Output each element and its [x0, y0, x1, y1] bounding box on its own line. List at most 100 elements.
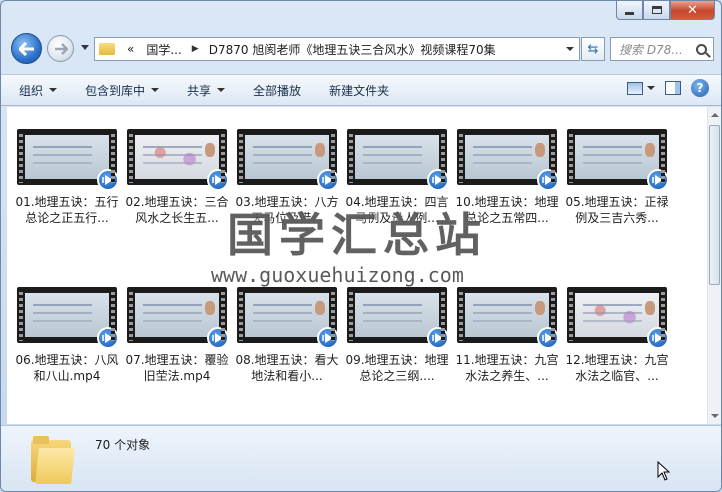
media-player-icon: [647, 169, 669, 191]
close-icon: ✕: [687, 2, 698, 18]
file-name: 12.地理五诀：九宫水法之临官、...: [565, 353, 669, 383]
scroll-down-icon[interactable]: [711, 414, 719, 418]
breadcrumb-parent[interactable]: 国学...: [140, 41, 187, 58]
arrow-left-icon: [18, 41, 34, 56]
thumbnail-frame: [135, 135, 219, 179]
folder-icon: [31, 434, 75, 484]
file-name: 01.地理五诀：五行总论之正五行...: [15, 195, 119, 225]
video-thumbnail: [457, 287, 559, 349]
breadcrumb-current[interactable]: D7870 旭阂老师《地理五诀三合风水》视频课程70集: [203, 41, 502, 58]
change-view-button[interactable]: [627, 81, 655, 95]
file-name: 08.地理五诀：看大地法和看小...: [235, 353, 339, 383]
file-name: 09.地理五诀：地理总论之三纲....: [345, 353, 449, 383]
video-thumbnail: [567, 287, 669, 349]
refresh-button[interactable]: ⇆: [581, 37, 605, 61]
arrow-right-icon: [54, 42, 68, 55]
file-item[interactable]: 06.地理五诀：八风和八山.mp4: [13, 287, 121, 384]
video-thumbnail: [237, 129, 339, 191]
watermark-title: 国学汇总站: [227, 208, 487, 262]
caption-buttons: ✕: [616, 1, 715, 20]
search-placeholder: 搜索 D78...: [619, 42, 683, 57]
new-folder-button[interactable]: 新建文件夹: [329, 82, 389, 99]
chevron-down-icon: [647, 86, 655, 90]
media-player-icon: [207, 327, 229, 349]
thumbnail-frame: [465, 135, 549, 179]
video-thumbnail: [127, 287, 229, 349]
toolbar-right: ?: [627, 79, 709, 97]
organize-menu[interactable]: 组织: [19, 82, 58, 99]
folder-icon: [99, 43, 115, 55]
media-player-icon: [537, 327, 559, 349]
file-item[interactable]: 01.地理五诀：五行总论之正五行...: [13, 129, 121, 226]
search-icon[interactable]: [696, 43, 707, 55]
include-in-library-menu[interactable]: 包含到库中: [85, 82, 160, 99]
search-input[interactable]: 搜索 D78...: [610, 37, 714, 61]
media-player-icon: [427, 169, 449, 191]
media-player-icon: [427, 327, 449, 349]
forward-button[interactable]: [47, 35, 74, 62]
help-icon[interactable]: ?: [691, 79, 709, 97]
file-name: 07.地理五诀：覆验旧茔法.mp4: [125, 353, 229, 383]
video-thumbnail: [17, 287, 119, 349]
file-name: 02.地理五诀：三合风水之长生五...: [125, 195, 229, 225]
thumbnail-frame: [465, 293, 549, 337]
share-menu[interactable]: 共享: [187, 82, 226, 99]
file-item[interactable]: 08.地理五诀：看大地法和看小...: [233, 287, 341, 384]
video-thumbnail: [347, 129, 449, 191]
maximize-button[interactable]: [643, 1, 670, 20]
thumbnail-frame: [25, 293, 109, 337]
file-name: 11.地理五诀：九宫水法之养生、...: [455, 353, 559, 383]
details-pane: 70 个对象: [1, 425, 721, 491]
video-thumbnail: [347, 287, 449, 349]
video-thumbnail: [237, 287, 339, 349]
file-item[interactable]: 02.地理五诀：三合风水之长生五...: [123, 129, 231, 226]
command-bar: 组织 包含到库中 共享 全部播放 新建文件夹 ?: [1, 74, 721, 106]
chevron-down-icon: [151, 88, 160, 92]
view-icon: [627, 81, 643, 95]
navigation-bar: « 国学... ▶ D7870 旭阂老师《地理五诀三合风水》视频课程70集 ⇆ …: [1, 31, 721, 69]
media-player-icon: [317, 169, 339, 191]
file-name: 06.地理五诀：八风和八山.mp4: [15, 353, 119, 383]
mouse-cursor-icon: [657, 461, 671, 481]
thumbnail-frame: [135, 293, 219, 337]
file-item[interactable]: 05.地理五诀：正禄例及三吉六秀...: [563, 129, 671, 226]
thumbnail-frame: [575, 293, 659, 337]
close-button[interactable]: ✕: [670, 1, 715, 20]
media-player-icon: [647, 327, 669, 349]
thumbnail-frame: [25, 135, 109, 179]
maximize-icon: [651, 6, 662, 14]
thumbnail-frame: [575, 135, 659, 179]
preview-pane-button[interactable]: [665, 81, 681, 95]
address-bar[interactable]: « 国学... ▶ D7870 旭阂老师《地理五诀三合风水》视频课程70集: [94, 37, 580, 61]
thumbnail-frame: [245, 135, 329, 179]
media-player-icon: [317, 327, 339, 349]
file-item[interactable]: 12.地理五诀：九宫水法之临官、...: [563, 287, 671, 384]
item-count: 70 个对象: [95, 438, 151, 452]
minimize-icon: [625, 11, 634, 15]
vertical-scrollbar[interactable]: [707, 107, 721, 424]
scrollbar-thumb[interactable]: [709, 125, 720, 285]
media-player-icon: [537, 169, 559, 191]
play-all-button[interactable]: 全部播放: [253, 82, 301, 99]
file-item[interactable]: 09.地理五诀：地理总论之三纲....: [343, 287, 451, 384]
thumbnail-frame: [245, 293, 329, 337]
watermark-url: www.guoxuehuizong.com: [211, 263, 464, 287]
scroll-up-icon[interactable]: [711, 113, 719, 117]
chevron-down-icon: [49, 88, 58, 92]
recent-pages-dropdown[interactable]: [81, 45, 89, 50]
media-player-icon: [207, 169, 229, 191]
file-item[interactable]: 11.地理五诀：九宫水法之养生、...: [453, 287, 561, 384]
back-button[interactable]: [11, 33, 42, 64]
video-thumbnail: [17, 129, 119, 191]
breadcrumb-separator-icon[interactable]: ▶: [188, 44, 203, 54]
thumbnail-frame: [355, 135, 439, 179]
thumbnail-frame: [355, 293, 439, 337]
video-thumbnail: [127, 129, 229, 191]
video-thumbnail: [567, 129, 669, 191]
minimize-button[interactable]: [616, 1, 643, 20]
file-item[interactable]: 07.地理五诀：覆验旧茔法.mp4: [123, 287, 231, 384]
address-dropdown[interactable]: [561, 47, 579, 51]
refresh-icon: ⇆: [587, 41, 599, 57]
video-thumbnail: [457, 129, 559, 191]
address-overflow[interactable]: «: [121, 42, 140, 56]
